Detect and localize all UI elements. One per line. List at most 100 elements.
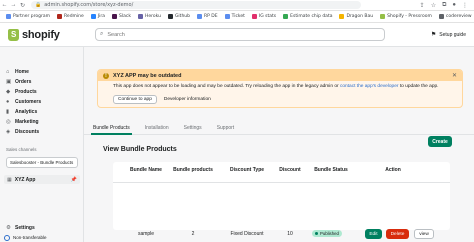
home-icon: ⌂ [6,68,10,75]
sales-channels-label: Sales channels [6,147,37,152]
cell-discount: 10 [287,231,293,237]
app-label: XYZ App [14,176,36,183]
banner-message: This app does not appear to be loading a… [113,84,439,89]
bundle-table: Bundle Name Bundle products Discount Typ… [113,162,450,239]
bookmark-item[interactable]: Redmine [57,14,84,19]
contact-developer-link[interactable]: contact the app's developer [340,84,399,89]
bookmark-favicon-icon [283,14,289,19]
non-transferable-label: Non-transferable [13,235,47,240]
shopify-logo[interactable]: shopify [0,28,95,41]
orders-icon: ▣ [6,78,12,85]
bookmark-favicon-icon [197,14,202,19]
status-label: Published [320,231,339,236]
bookmark-label: codereview [445,14,472,19]
bookmark-label: Estimate chip data [290,14,333,19]
column-header-discount: Discount [279,167,301,173]
column-header-discount-type: Discount Type [229,167,265,173]
setup-guide-button[interactable]: ⚑ Setup guide [430,31,466,39]
sidebar-item-label: Marketing [15,119,39,125]
continue-to-app-button[interactable]: Continue to app [113,95,157,104]
tab-installation[interactable]: Installation [145,121,169,135]
share-icon[interactable]: ⇪ [420,2,425,9]
column-header-bundle-name: Bundle Name [130,167,162,173]
bookmark-item[interactable]: Slack [112,14,131,19]
bookmark-item[interactable]: RP DE [197,14,218,19]
bookmark-item[interactable]: Heroku [137,14,161,19]
bookmarks-bar: Partner program Redmine Jira Slack Heroku Git… [0,11,474,23]
bookmark-label: RP DE [204,14,218,19]
delete-button[interactable]: Delete [386,229,409,239]
sidebar-item-discounts[interactable]: ◈ Discounts [6,129,39,135]
banner-header: ! XYZ APP may be outdated [98,70,462,81]
flag-icon: ⚑ [430,32,437,38]
bookmark-item[interactable]: Ticket [224,14,245,19]
profile-icon[interactable]: ● [452,2,456,9]
sidebar-item-home[interactable]: ⌂ Home [6,69,29,75]
pin-icon[interactable]: 📌 [71,177,77,183]
bookmark-favicon-icon [380,14,386,19]
sidebar-item-label: Analytics [15,109,38,115]
view-button[interactable]: view [414,229,434,239]
bookmark-label: Partner program [13,14,50,19]
bookmark-item[interactable]: Shopify - Pressroom [380,14,432,19]
url-field[interactable]: 🔒 admin.shopify.com/store/xyz-demo/ [31,1,361,9]
sidebar-item-customers[interactable]: ● Customers [6,99,41,105]
tab-bundle-products[interactable]: Bundle Products [91,121,132,135]
bookmark-favicon-icon [6,14,11,19]
sidebar-item-marketing[interactable]: ◎ Marketing [6,119,39,125]
sidebar-item-orders[interactable]: ▣ Orders [6,79,31,85]
bookmark-item[interactable]: codereview [438,14,472,19]
close-icon[interactable]: ✕ [452,72,457,79]
back-icon[interactable]: ← [0,1,9,10]
non-transferable-status[interactable]: Non-transferable [4,233,80,242]
bookmark-label: Ticket [231,14,245,19]
bookmark-favicon-icon [90,14,96,19]
bookmark-item[interactable]: Dragon Bau [339,14,373,19]
warning-icon: ! [103,72,109,79]
extensions-icon[interactable]: ⧉ [442,2,446,9]
target-icon: ◎ [6,118,11,125]
cell-discount-type: Fixed Discount [230,231,264,237]
sidebar-item-label: Home [15,69,29,75]
outdated-app-banner: ! XYZ APP may be outdated ✕ This app doe… [97,69,463,108]
bookmark-favicon-icon [251,14,257,19]
bookmark-favicon-icon [339,14,345,19]
table-divider [113,182,450,183]
edit-button[interactable]: Edit [365,229,382,239]
bookmark-label: Heroku [144,14,161,19]
bookmark-favicon-icon [167,14,173,19]
bookmark-favicon-icon [438,14,444,19]
star-icon[interactable]: ☆ [431,2,436,9]
cell-bundle-name: sample [137,231,155,237]
sidebar-item-label: Customers [15,99,42,105]
sidebar-item-products[interactable]: ◆ Products [6,89,37,95]
reload-icon[interactable]: ↻ [18,1,27,10]
banner-text-start: This app does not appear to be loading a… [113,84,340,89]
bookmark-item[interactable]: Jira [90,14,105,19]
page-title: View Bundle Products [103,146,177,153]
tab-settings[interactable]: Settings [184,121,202,135]
menu-icon[interactable]: ⋮ [462,2,468,9]
bookmark-item[interactable]: Partner program [6,14,50,19]
search-box[interactable]: ⌕ [95,28,385,41]
create-button[interactable]: Create [428,136,452,147]
sidebar-item-analytics[interactable]: ▮ Analytics [6,109,37,115]
settings-label: Settings [15,225,35,231]
search-input[interactable] [107,31,358,38]
tab-support[interactable]: Support [217,121,235,135]
column-header-action: Action [385,167,401,173]
bookmark-favicon-icon [57,14,62,19]
app-icon: ▦ [7,176,12,183]
banner-title: XYZ APP may be outdated [113,72,182,79]
sidebar-item-salesbooster[interactable]: Salesbooster - Bundle Products [6,157,78,168]
bookmark-item[interactable]: Estimate chip data [283,14,332,19]
sidebar-item-xyz-app[interactable]: ▦ XYZ App 📌 [4,175,80,184]
sidebar-item-settings[interactable]: ⚙ Settings [6,225,35,231]
developer-information-button[interactable]: Developer information [164,97,211,102]
status-badge: Published [312,230,342,237]
bookmark-item[interactable]: Github [167,14,190,19]
bookmark-item[interactable]: IG stats [251,14,276,19]
column-header-bundle-status: Bundle Status [314,167,348,173]
sidebar-item-label: Orders [15,79,32,85]
forward-icon[interactable]: → [9,1,18,10]
